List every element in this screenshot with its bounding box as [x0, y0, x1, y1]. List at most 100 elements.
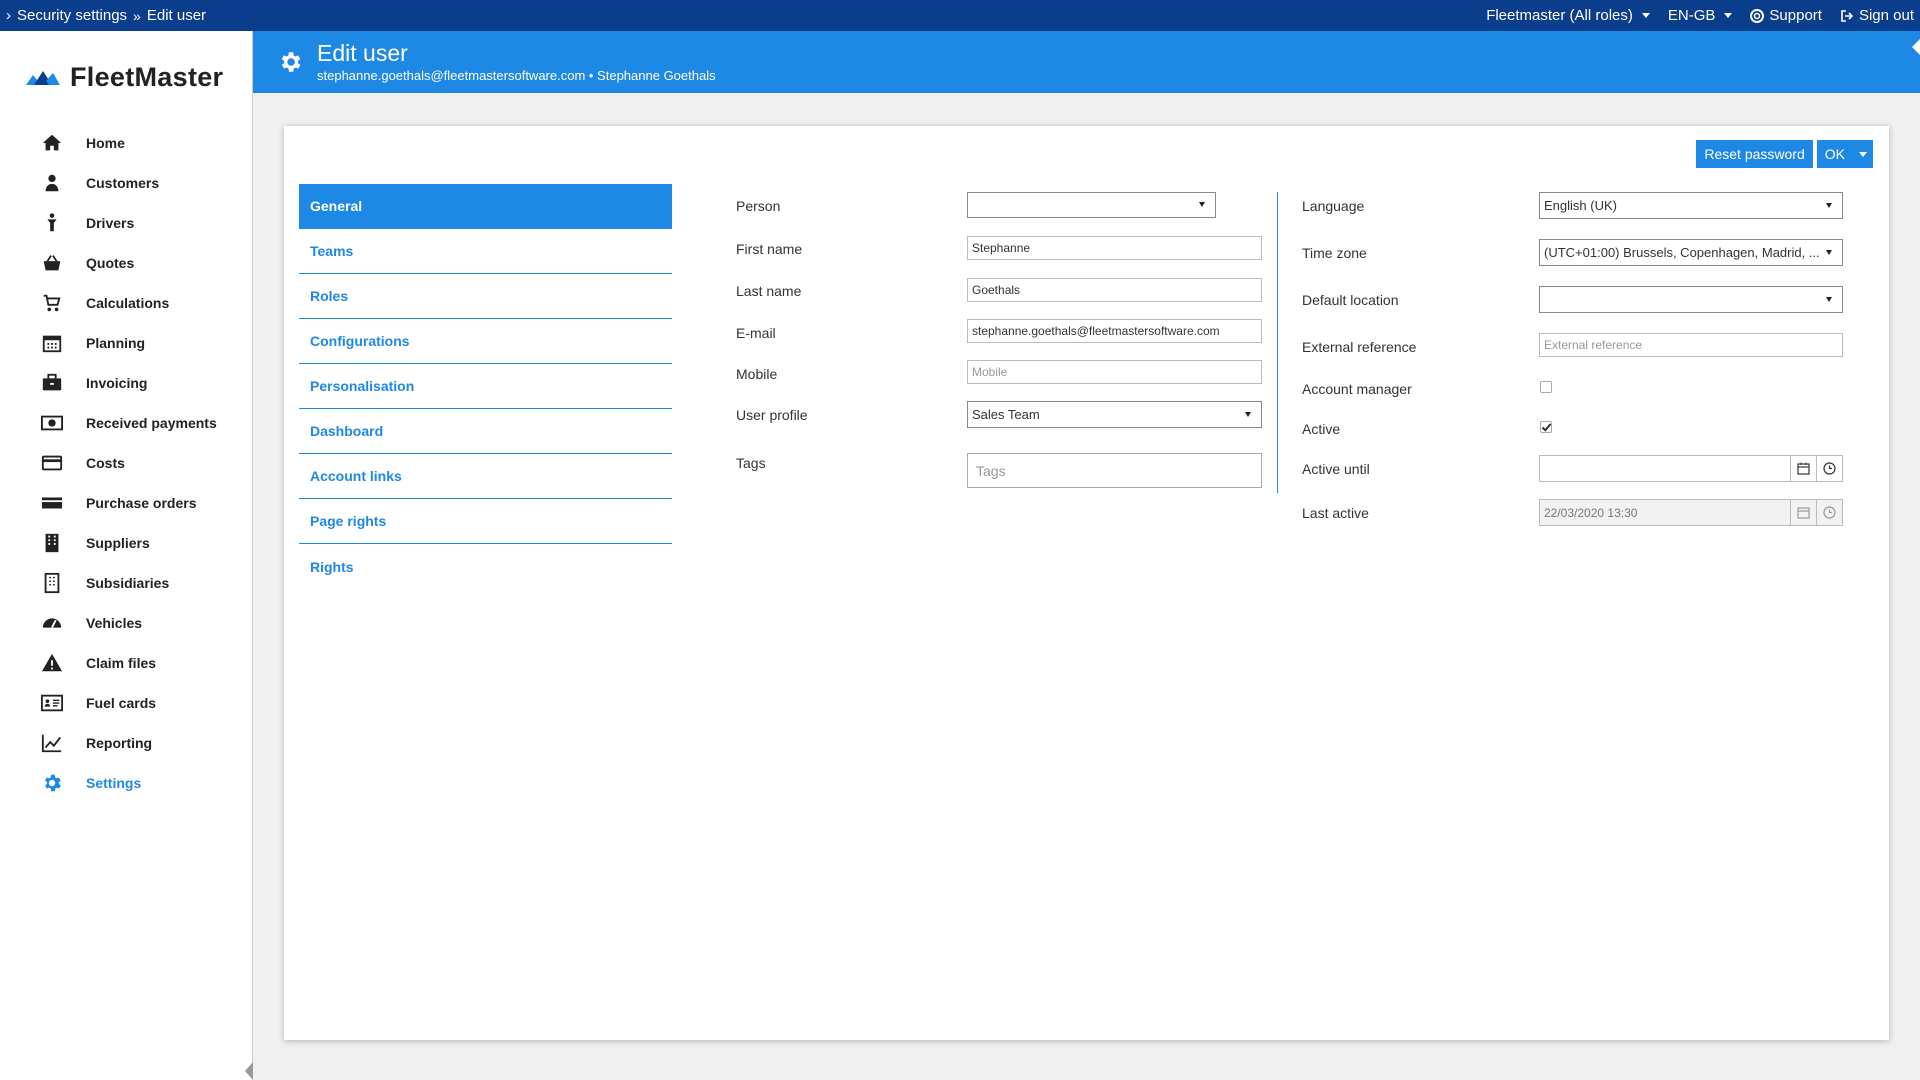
- tab-page-rights[interactable]: Page rights: [299, 499, 672, 544]
- money-icon: [40, 411, 64, 435]
- logo[interactable]: FleetMaster: [0, 31, 252, 123]
- sidebar-item-customers[interactable]: Customers: [0, 163, 252, 203]
- sidebar-item-label: Received payments: [86, 415, 217, 431]
- last-name-field[interactable]: Goethals: [967, 278, 1262, 302]
- sidebar-item-calculations[interactable]: Calculations: [0, 283, 252, 323]
- language-selector[interactable]: EN-GB: [1668, 7, 1733, 24]
- id-card-icon: [40, 691, 64, 715]
- language-select[interactable]: English (UK): [1539, 192, 1843, 219]
- tab-general[interactable]: General: [299, 184, 672, 229]
- time-zone-label: Time zone: [1302, 245, 1367, 261]
- sidebar-item-purchase-orders[interactable]: Purchase orders: [0, 483, 252, 523]
- calendar-icon: [1790, 500, 1816, 525]
- caret-down-icon[interactable]: [1859, 151, 1867, 157]
- sidebar-item-reporting[interactable]: Reporting: [0, 723, 252, 763]
- sidebar-item-home[interactable]: Home: [0, 123, 252, 163]
- clock-icon[interactable]: [1816, 456, 1842, 481]
- sidebar-item-fuel-cards[interactable]: Fuel cards: [0, 683, 252, 723]
- caret-down-icon: [1641, 13, 1650, 18]
- double-chevron-icon: »: [133, 7, 141, 24]
- first-name-label: First name: [736, 241, 803, 257]
- default-location-select[interactable]: [1539, 286, 1843, 313]
- sidebar-item-label: Planning: [86, 335, 146, 351]
- sidebar-item-label: Customers: [86, 175, 160, 191]
- sidebar-item-received-payments[interactable]: Received payments: [0, 403, 252, 443]
- sidebar-item-quotes[interactable]: Quotes: [0, 243, 252, 283]
- calendar-icon[interactable]: [1790, 456, 1816, 481]
- main-nav: Home Customers Drivers Quotes Calculations Pl…: [0, 123, 252, 803]
- sidebar-item-claim-files[interactable]: Claim files: [0, 643, 252, 683]
- external-reference-field[interactable]: External reference: [1539, 333, 1843, 357]
- email-value: stephanne.goethals@fleetmastersoftware.c…: [972, 324, 1220, 338]
- caret-down-icon: [1724, 13, 1733, 18]
- sidebar-item-planning[interactable]: Planning: [0, 323, 252, 363]
- tab-rights[interactable]: Rights: [299, 544, 672, 589]
- clock-icon: [1816, 500, 1842, 525]
- sidebar-item-suppliers[interactable]: Suppliers: [0, 523, 252, 563]
- calendar-icon: [40, 331, 64, 355]
- person-label: Person: [736, 198, 781, 214]
- external-reference-placeholder: External reference: [1544, 338, 1643, 352]
- driver-icon: [40, 211, 64, 235]
- dashboard-gauge-icon: [40, 611, 64, 635]
- support-label: Support: [1769, 7, 1822, 24]
- ok-button[interactable]: OK: [1816, 140, 1873, 168]
- sidebar-item-label: Reporting: [86, 735, 153, 751]
- tab-dashboard[interactable]: Dashboard: [299, 409, 672, 454]
- collapse-panel-icon[interactable]: [1912, 39, 1920, 55]
- time-zone-select[interactable]: (UTC+01:00) Brussels, Copenhagen, Madrid…: [1539, 239, 1843, 266]
- collapse-sidebar-icon[interactable]: [245, 1062, 253, 1080]
- language-label: Language: [1302, 198, 1365, 214]
- section-tabs: General Teams Roles Configurations Personali…: [299, 184, 672, 589]
- first-name-field[interactable]: Stephanne: [967, 236, 1262, 260]
- tab-roles[interactable]: Roles: [299, 274, 672, 319]
- role-selector[interactable]: Fleetmaster (All roles): [1486, 7, 1650, 24]
- tags-placeholder: Tags: [976, 462, 1006, 479]
- tab-account-links[interactable]: Account links: [299, 454, 672, 499]
- reset-password-button[interactable]: Reset password: [1696, 140, 1813, 168]
- account-manager-label: Account manager: [1302, 381, 1412, 397]
- email-field[interactable]: stephanne.goethals@fleetmastersoftware.c…: [967, 319, 1262, 343]
- user-profile-value: Sales Team: [972, 407, 1040, 422]
- active-until-field[interactable]: [1539, 455, 1843, 482]
- dropdown-arrow-icon: [1826, 203, 1832, 208]
- role-label: Fleetmaster (All roles): [1486, 7, 1633, 24]
- sidebar-item-vehicles[interactable]: Vehicles: [0, 603, 252, 643]
- sidebar: FleetMaster Home Customers Drivers Quotes Ca…: [0, 31, 253, 1080]
- tags-field[interactable]: Tags: [967, 453, 1262, 488]
- sidebar-item-costs[interactable]: Costs: [0, 443, 252, 483]
- default-location-label: Default location: [1302, 292, 1399, 308]
- chevron-right-icon: ›: [6, 7, 11, 24]
- sidebar-item-label: Invoicing: [86, 375, 148, 391]
- tab-personalisation[interactable]: Personalisation: [299, 364, 672, 409]
- tab-teams[interactable]: Teams: [299, 229, 672, 274]
- breadcrumb-security-settings[interactable]: Security settings: [17, 7, 127, 24]
- email-label: E-mail: [736, 325, 776, 341]
- last-name-label: Last name: [736, 283, 802, 299]
- credit-card-icon: [40, 451, 64, 475]
- mobile-field[interactable]: Mobile: [967, 360, 1262, 384]
- sign-out-icon: [1841, 9, 1854, 22]
- lifebuoy-icon: [1750, 8, 1765, 23]
- sidebar-item-label: Fuel cards: [86, 695, 157, 711]
- tab-configurations[interactable]: Configurations: [299, 319, 672, 364]
- support-link[interactable]: Support: [1750, 7, 1822, 24]
- user-profile-label: User profile: [736, 407, 808, 423]
- sidebar-item-settings[interactable]: Settings: [0, 763, 252, 803]
- last-active-label: Last active: [1302, 505, 1369, 521]
- sign-out-link[interactable]: Sign out: [1840, 7, 1914, 24]
- brand-name: FleetMaster: [70, 61, 224, 92]
- dropdown-arrow-icon: [1826, 297, 1832, 302]
- sidebar-item-label: Vehicles: [86, 615, 143, 631]
- person-select[interactable]: [967, 192, 1216, 218]
- basket-icon: [40, 251, 64, 275]
- sidebar-item-invoicing[interactable]: Invoicing: [0, 363, 252, 403]
- sidebar-item-drivers[interactable]: Drivers: [0, 203, 252, 243]
- sidebar-item-subsidiaries[interactable]: Subsidiaries: [0, 563, 252, 603]
- breadcrumb: › Security settings » Edit user: [6, 7, 206, 24]
- user-profile-select[interactable]: Sales Team: [967, 401, 1262, 428]
- account-manager-checkbox[interactable]: [1540, 381, 1552, 393]
- active-checkbox[interactable]: [1540, 421, 1552, 433]
- language-label: EN-GB: [1667, 7, 1716, 24]
- active-label: Active: [1302, 421, 1341, 437]
